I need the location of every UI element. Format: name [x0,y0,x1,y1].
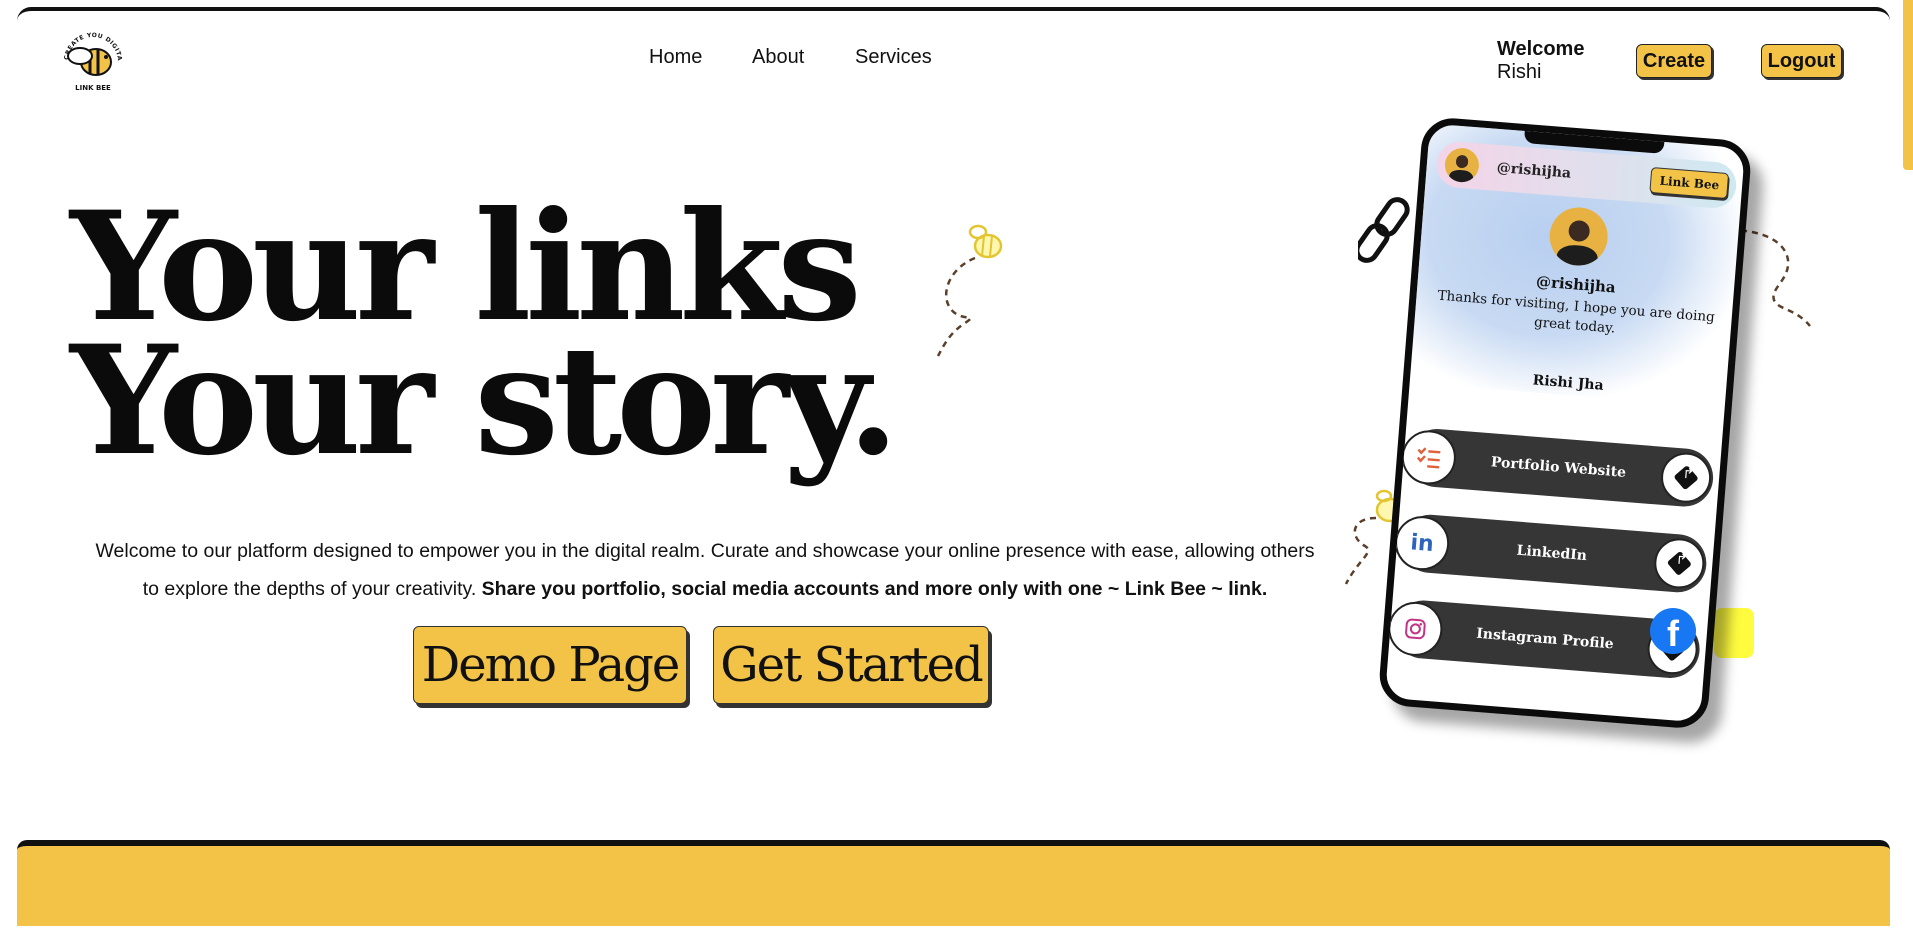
checklist-icon [1399,428,1458,487]
instagram-icon [1386,599,1445,658]
logo-text: LINK BEE [75,84,111,92]
get-started-button[interactable]: Get Started [713,626,989,704]
intro-bold: Share you portfolio, social media accoun… [481,578,1268,600]
welcome-label: Welcome [1497,38,1585,60]
linkedin-icon: in [1393,514,1452,573]
link-bee-badge[interactable]: Link Bee [1649,167,1730,200]
share-arrow-icon[interactable] [1659,450,1713,505]
phone-frame: @rishijha Link Bee @rishijha Thanks for … [1377,115,1753,731]
logout-button[interactable]: Logout [1761,44,1842,78]
welcome-block: Welcome Rishi [1497,38,1584,84]
scrollbar[interactable] [1903,0,1913,170]
nav-home[interactable]: Home [649,46,702,69]
hero-title: Your links Your story. [70,192,899,489]
flying-bee-icon [936,224,1003,357]
link-label: Portfolio Website [1490,454,1627,481]
link-item-linkedin[interactable]: in LinkedIn [1393,512,1709,595]
demo-page-button[interactable]: Demo Page [413,626,687,704]
user-name: Rishi [1497,61,1542,83]
phone-mockup: @rishijha Link Bee @rishijha Thanks for … [1377,115,1760,731]
share-arrow-icon[interactable] [1652,536,1707,591]
create-button[interactable]: Create [1636,44,1712,78]
link-label: LinkedIn [1515,542,1588,565]
hero-line-2: Your story. [70,313,899,489]
intro-text: Welcome to our platform designed to empo… [90,532,1320,608]
nav-services[interactable]: Services [855,46,932,69]
phone-top-handle: @rishijha [1496,159,1572,182]
facebook-icon: f [1650,608,1696,654]
avatar [1443,146,1481,184]
footer-band [17,840,1890,926]
link-item-portfolio[interactable]: Portfolio Website [1399,426,1716,509]
nav-about[interactable]: About [752,46,804,69]
link-bee-logo[interactable]: CREATE YOU DIGITAL FOOTPRINT LINK BEE [51,21,132,96]
link-label: Instagram Profile [1475,625,1615,653]
